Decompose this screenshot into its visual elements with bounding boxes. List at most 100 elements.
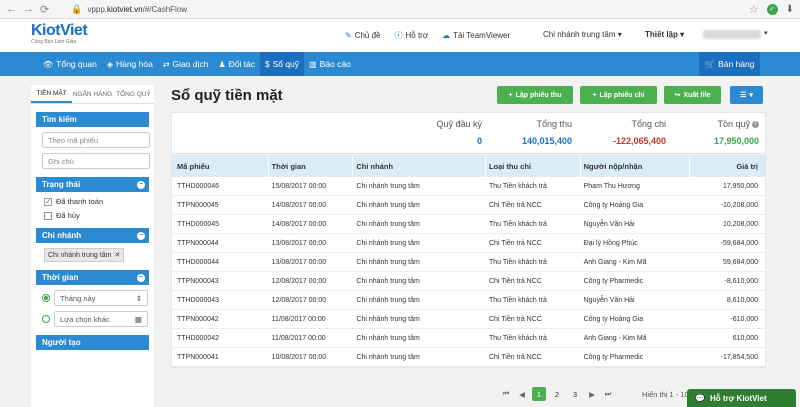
cell-amount: 17,950,000 (722, 182, 758, 190)
cell-payer: Đại lý Hồng Phúc (583, 239, 638, 247)
fund-tabs: TIỀN MẶT NGÂN HÀNG TỔNG QUỸ (31, 85, 154, 104)
cell-branch: Chi nhánh trung tâm (356, 296, 420, 304)
cell-amount: -59,684,000 (720, 239, 758, 247)
cell-time: 11/08/2017 00:00 (271, 334, 326, 342)
create-payment-button[interactable]: + Lập phiếu chi (580, 86, 657, 104)
nav-partners[interactable]: ♟ Đối tác (213, 52, 260, 76)
bookmark-star-icon[interactable]: ☆ (749, 3, 759, 16)
col-branch[interactable]: Chi nhánh (353, 156, 486, 177)
cell-time: 11/08/2017 00:00 (271, 315, 326, 323)
browser-nav: ← → ⟳ (0, 3, 49, 16)
prev-page-icon[interactable]: ◀ (516, 390, 528, 399)
kiotviet-logo[interactable]: KiotViet Cùng Bạn Làm Giàu (31, 22, 88, 45)
help-icon: ⓘ (394, 31, 403, 40)
cell-type: Thu Tiền khách trả (488, 258, 547, 266)
address-bar[interactable]: vppp.kiotviet.vn/#/CashFlow (87, 5, 187, 14)
download-icon[interactable]: ⬇ (786, 4, 794, 15)
table-row[interactable]: TTHD000045 14/08/2017 00:00 Chi nhánh trun… (172, 215, 765, 234)
page-2[interactable]: 2 (550, 387, 564, 401)
nav-products[interactable]: ◈ Hàng hóa (102, 52, 158, 76)
custom-date-select[interactable]: Lựa chọn khác ▦ (54, 311, 148, 327)
col-type[interactable]: Loại thu chi (486, 156, 581, 177)
tab-bank[interactable]: NGÂN HÀNG (72, 85, 113, 103)
back-icon[interactable]: ← (6, 3, 17, 16)
table-row[interactable]: TTPN000045 14/08/2017 00:00 Chi nhánh trun… (172, 196, 765, 215)
last-page-icon[interactable]: ⏭ (602, 389, 614, 399)
cell-payer: Công ty Pharmedic (583, 277, 644, 285)
checkbox-checked-icon: ✓ (44, 196, 52, 206)
tab-cash[interactable]: TIỀN MẶT (31, 85, 72, 103)
table-row[interactable]: TTPN000043 12/08/2017 00:00 Chi nhánh trun… (172, 272, 765, 291)
forward-icon[interactable]: → (23, 3, 34, 16)
support-chat-button[interactable]: 💬 Hỗ trợ KiotViet (687, 389, 796, 407)
table-row[interactable]: TTPN000041 10/08/2017 00:00 Chi nhánh trun… (172, 348, 765, 367)
teamviewer-link[interactable]: ☁ Tải TeamViewer (442, 30, 510, 41)
voucher-code-input[interactable]: Theo mã phiếu (42, 132, 150, 148)
time-panel-header[interactable]: Thời gian − (36, 270, 149, 285)
cell-type: Chi Tiền trả NCC (488, 239, 542, 247)
cell-voucher-code: TTPN000044 (177, 239, 219, 247)
caret-down-icon[interactable]: ▾ (764, 29, 768, 37)
status-panel-header[interactable]: Trạng thái − (36, 177, 149, 192)
help-link[interactable]: ⓘ Hỗ trợ (395, 30, 429, 41)
cell-time: 14/08/2017 00:00 (271, 201, 327, 209)
table-row[interactable]: TTHD000043 12/08/2017 00:00 Chi nhánh trun… (172, 291, 765, 310)
settings-menu[interactable]: Thiết lập ▾ (645, 30, 684, 39)
nav-transactions[interactable]: ⇄ Giao dịch (158, 52, 214, 76)
column-options-button[interactable]: ☰ ▾ (730, 86, 763, 104)
cell-branch: Chi nhánh trung tâm (356, 182, 420, 190)
note-input[interactable]: Ghi chú (42, 153, 150, 169)
cell-branch: Chi nhánh trung tâm (356, 353, 420, 361)
theme-link[interactable]: ✎ Chủ đề (345, 30, 381, 41)
cell-branch: Chi nhánh trung tâm (356, 220, 420, 228)
table-row[interactable]: TTHD000046 15/08/2017 00:00 Chi nhánh trun… (172, 177, 765, 196)
radio-selected[interactable] (42, 294, 50, 302)
branch-panel-header[interactable]: Chi nhánh − (36, 228, 149, 243)
table-row[interactable]: TTPN000042 11/08/2017 00:00 Chi nhánh trun… (172, 310, 765, 329)
plus-icon: + (592, 91, 597, 99)
first-page-icon[interactable]: ⏮ (500, 389, 512, 399)
table-row[interactable]: TTPN000044 13/08/2017 00:00 Chi nhánh trun… (172, 234, 765, 253)
tab-total-fund[interactable]: TỔNG QUỸ (113, 85, 154, 103)
col-payer[interactable]: Người nộp/nhận (581, 156, 691, 177)
col-voucher-code[interactable]: Mã phiếu (172, 156, 269, 177)
cell-type: Thu Tiền khách trả (488, 182, 547, 190)
next-page-icon[interactable]: ▶ (586, 390, 598, 399)
cell-branch: Chi nhánh trung tâm (356, 334, 420, 342)
col-amount[interactable]: Giá trị (690, 156, 765, 177)
export-file-button[interactable]: ↪ Xuất file (664, 86, 721, 104)
table-row[interactable]: TTHD000044 13/08/2017 00:00 Chi nhánh trun… (172, 253, 765, 272)
main-nav: 👁 Tổng quan ◈ Hàng hóa ⇄ Giao dịch ♟ Đối tác… (0, 52, 800, 76)
page-3[interactable]: 3 (568, 387, 582, 401)
collapse-icon[interactable]: − (137, 273, 145, 282)
status-cancelled-checkbox[interactable]: Đã hủy (44, 211, 149, 220)
nav-cashbook[interactable]: $ Sổ quỹ (260, 52, 305, 76)
collapse-icon[interactable]: − (137, 231, 145, 240)
nav-overview[interactable]: 👁 Tổng quan (38, 52, 102, 76)
remove-chip-icon[interactable]: ✕ (114, 251, 120, 259)
this-month-select[interactable]: Tháng này ⇕ (54, 290, 148, 306)
col-time[interactable]: Thời gian (269, 156, 354, 177)
extension-check-icon[interactable]: ✓ (766, 3, 778, 15)
nav-reports[interactable]: ▥ Báo cáo (304, 52, 356, 76)
collapse-icon[interactable]: − (137, 180, 145, 189)
branch-select[interactable]: Chi nhánh trung tâm ▾ (543, 30, 622, 39)
cell-amount: -17,854,500 (720, 353, 758, 361)
export-icon: ↪ (674, 92, 681, 99)
cell-voucher-code: TTHD000043 (177, 296, 220, 304)
creator-panel-header[interactable]: Người tạo (36, 335, 149, 350)
cell-voucher-code: TTPN000041 (177, 353, 219, 361)
sell-button[interactable]: 🛒 Bán hàng (699, 52, 760, 76)
bar-chart-icon: ▥ (309, 59, 317, 69)
info-icon[interactable]: i (752, 121, 759, 129)
cell-voucher-code: TTHD000045 (177, 220, 220, 228)
status-paid-checkbox[interactable]: ✓ Đã thanh toán (44, 197, 149, 206)
page-1[interactable]: 1 (532, 387, 546, 401)
radio-unselected[interactable] (42, 315, 50, 323)
cell-amount: 8,610,000 (726, 296, 758, 304)
user-account-menu[interactable] (703, 30, 761, 39)
creator-panel: Người tạo (36, 335, 149, 350)
create-receipt-button[interactable]: + Lập phiếu thu (497, 86, 573, 104)
reload-icon[interactable]: ⟳ (40, 3, 49, 16)
table-row[interactable]: TTHD000042 11/08/2017 00:00 Chi nhánh trun… (172, 329, 765, 348)
